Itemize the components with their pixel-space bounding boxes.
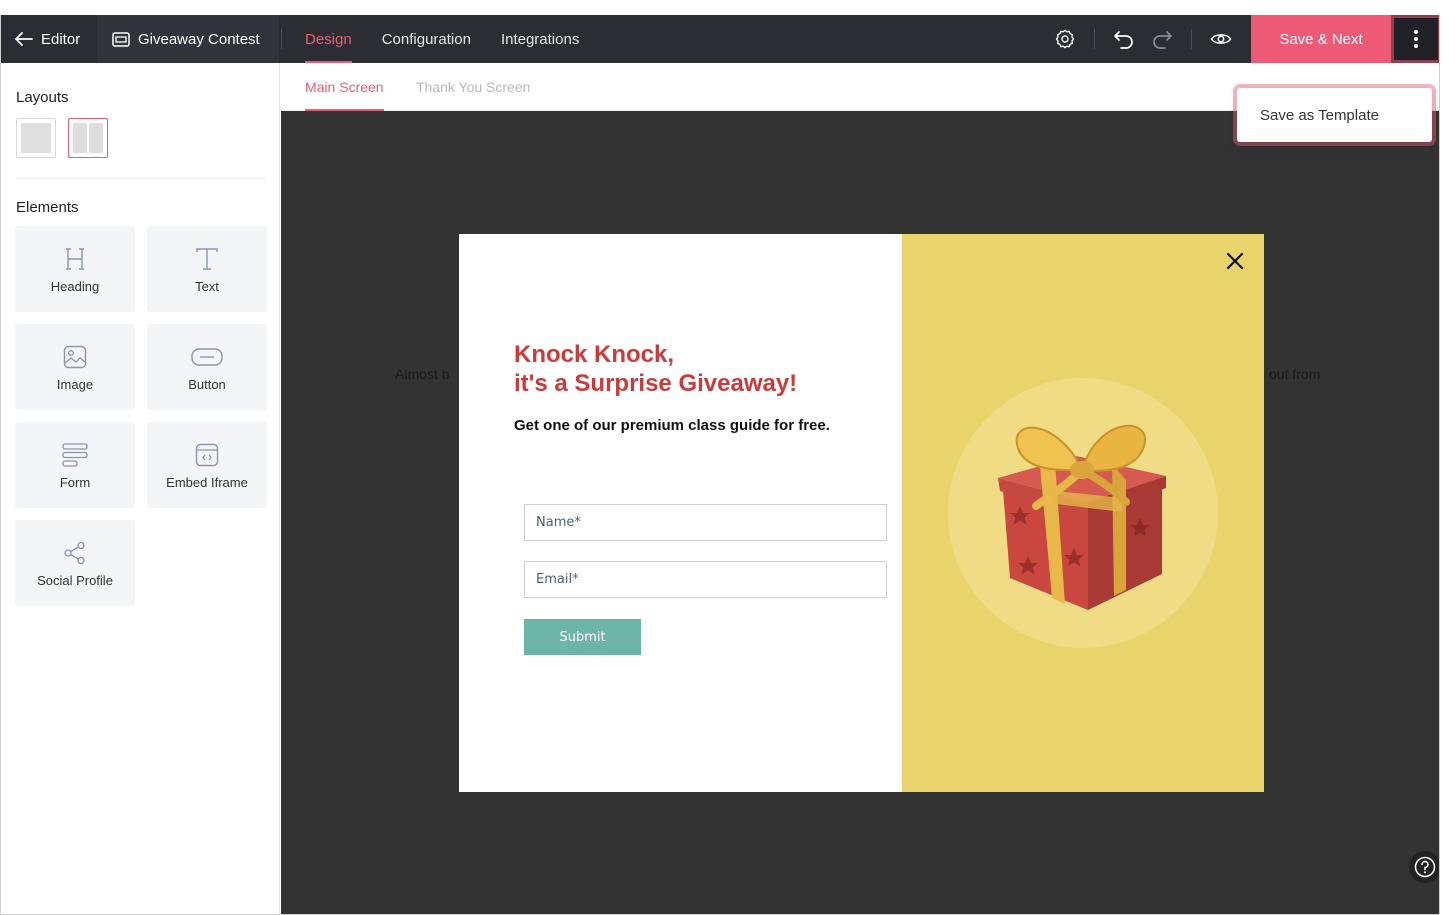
elements-title: Elements bbox=[16, 199, 79, 216]
element-label: Embed Iframe bbox=[166, 474, 248, 490]
close-icon[interactable] bbox=[1224, 250, 1246, 272]
divider bbox=[16, 178, 265, 179]
tab-design[interactable]: Design bbox=[305, 15, 352, 63]
divider bbox=[1191, 29, 1192, 49]
gift-image bbox=[948, 378, 1218, 648]
preview-icon[interactable] bbox=[1209, 27, 1233, 51]
headline-line: it's a Surprise Giveaway! bbox=[514, 370, 798, 397]
top-bar: Editor Giveaway Contest Design Configura… bbox=[1, 15, 1439, 65]
gift-box-icon bbox=[998, 424, 1166, 610]
text-icon bbox=[196, 245, 218, 273]
element-social-profile[interactable]: Social Profile bbox=[15, 520, 135, 606]
save-next-button[interactable]: Save & Next bbox=[1251, 15, 1391, 63]
popup-content: Knock Knock, it's a Surprise Giveaway! G… bbox=[459, 234, 902, 792]
form-icon bbox=[62, 441, 88, 469]
element-label: Social Profile bbox=[37, 572, 113, 588]
popup-icon bbox=[112, 31, 130, 47]
divider bbox=[1094, 29, 1095, 49]
project-title: Giveaway Contest bbox=[97, 15, 279, 63]
element-form[interactable]: Form bbox=[15, 422, 135, 508]
main-tabs: Design Configuration Integrations bbox=[305, 15, 609, 63]
button-icon bbox=[191, 343, 223, 371]
share-icon bbox=[63, 539, 87, 567]
tab-main-screen[interactable]: Main Screen bbox=[305, 63, 384, 111]
popup-image-panel bbox=[902, 234, 1264, 792]
more-options-button[interactable] bbox=[1389, 15, 1439, 65]
back-to-editor-button[interactable]: Editor bbox=[1, 15, 97, 63]
layout-single[interactable] bbox=[16, 118, 56, 158]
redo-icon[interactable] bbox=[1150, 27, 1174, 51]
undo-icon[interactable] bbox=[1112, 27, 1136, 51]
element-text[interactable]: Text bbox=[147, 226, 267, 312]
headline-line: Knock Knock, bbox=[514, 341, 675, 368]
design-canvas: Almost b out from Knock Knock, it's a Su… bbox=[281, 111, 1439, 914]
tab-configuration[interactable]: Configuration bbox=[382, 15, 471, 63]
element-image[interactable]: Image bbox=[15, 324, 135, 410]
divider bbox=[281, 29, 282, 49]
arrow-left-icon bbox=[15, 32, 33, 46]
element-embed-iframe[interactable]: Embed Iframe bbox=[147, 422, 267, 508]
tab-integrations[interactable]: Integrations bbox=[501, 15, 579, 63]
layouts-title: Layouts bbox=[16, 89, 69, 106]
popup-headline[interactable]: Knock Knock, it's a Surprise Giveaway! bbox=[514, 340, 797, 398]
email-field[interactable]: Email* bbox=[524, 561, 887, 598]
popup-preview[interactable]: Knock Knock, it's a Surprise Giveaway! G… bbox=[459, 234, 1264, 792]
name-field[interactable]: Name* bbox=[524, 504, 887, 541]
element-heading[interactable]: Heading bbox=[15, 226, 135, 312]
more-icon bbox=[1414, 30, 1418, 48]
background-text: out from bbox=[1269, 366, 1321, 382]
embed-icon bbox=[195, 441, 219, 469]
element-label: Text bbox=[195, 278, 219, 294]
element-label: Image bbox=[56, 376, 94, 392]
project-name: Giveaway Contest bbox=[138, 30, 260, 48]
layout-two-column[interactable] bbox=[68, 118, 108, 158]
save-as-template-menu-item[interactable]: Save as Template bbox=[1237, 88, 1432, 142]
element-label: Button bbox=[188, 376, 226, 392]
element-label: Heading bbox=[50, 278, 100, 294]
help-button[interactable] bbox=[1409, 851, 1439, 883]
image-icon bbox=[63, 343, 87, 371]
tab-thank-you-screen[interactable]: Thank You Screen bbox=[416, 63, 530, 111]
element-button[interactable]: Button bbox=[147, 324, 267, 410]
submit-button[interactable]: Submit bbox=[524, 619, 641, 655]
heading-icon bbox=[65, 245, 85, 273]
element-label: Form bbox=[59, 474, 91, 490]
editor-app: Editor Giveaway Contest Design Configura… bbox=[0, 15, 1440, 915]
back-label: Editor bbox=[41, 30, 81, 48]
background-text: Almost b bbox=[395, 366, 450, 382]
settings-icon[interactable] bbox=[1053, 27, 1077, 51]
help-icon bbox=[1414, 856, 1436, 878]
sidebar: Layouts Elements Heading Text Image Butt… bbox=[1, 63, 280, 914]
popup-subheading[interactable]: Get one of our premium class guide for f… bbox=[514, 417, 830, 434]
